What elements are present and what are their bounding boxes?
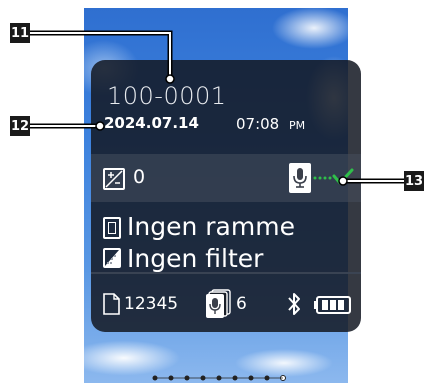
- frame-label: Ingen ramme: [127, 212, 295, 241]
- info-panel: 100-0001 2024.07.14 07:08 PM 0 Ingen ram…: [91, 60, 361, 332]
- voice-memo-stack-icon: [206, 289, 231, 318]
- filter-icon: [103, 248, 121, 268]
- callout-file-number: 11: [10, 23, 30, 43]
- file-number: 100-0001: [107, 82, 227, 110]
- time-ampm: PM: [289, 119, 306, 132]
- bluetooth-icon: [288, 293, 300, 315]
- link-dots: [313, 176, 332, 180]
- battery-icon: [314, 296, 351, 314]
- exposure-compensation-icon: [103, 168, 125, 190]
- frame-icon: [103, 217, 121, 239]
- filter-label: Ingen filter: [127, 244, 264, 273]
- callout-date: 12: [10, 116, 30, 136]
- voice-memo-count: 6: [236, 294, 247, 314]
- voice-memo-icon: [289, 163, 311, 193]
- file-count: 12345: [124, 294, 179, 314]
- capture-time: 07:08: [236, 115, 280, 133]
- page-indicator: [152, 375, 286, 381]
- connected-check-icon: [332, 168, 354, 185]
- exposure-value: 0: [133, 166, 146, 188]
- capture-date: 2024.07.14: [104, 114, 199, 132]
- file-icon: [103, 293, 120, 315]
- callout-link-status: 13: [404, 171, 424, 191]
